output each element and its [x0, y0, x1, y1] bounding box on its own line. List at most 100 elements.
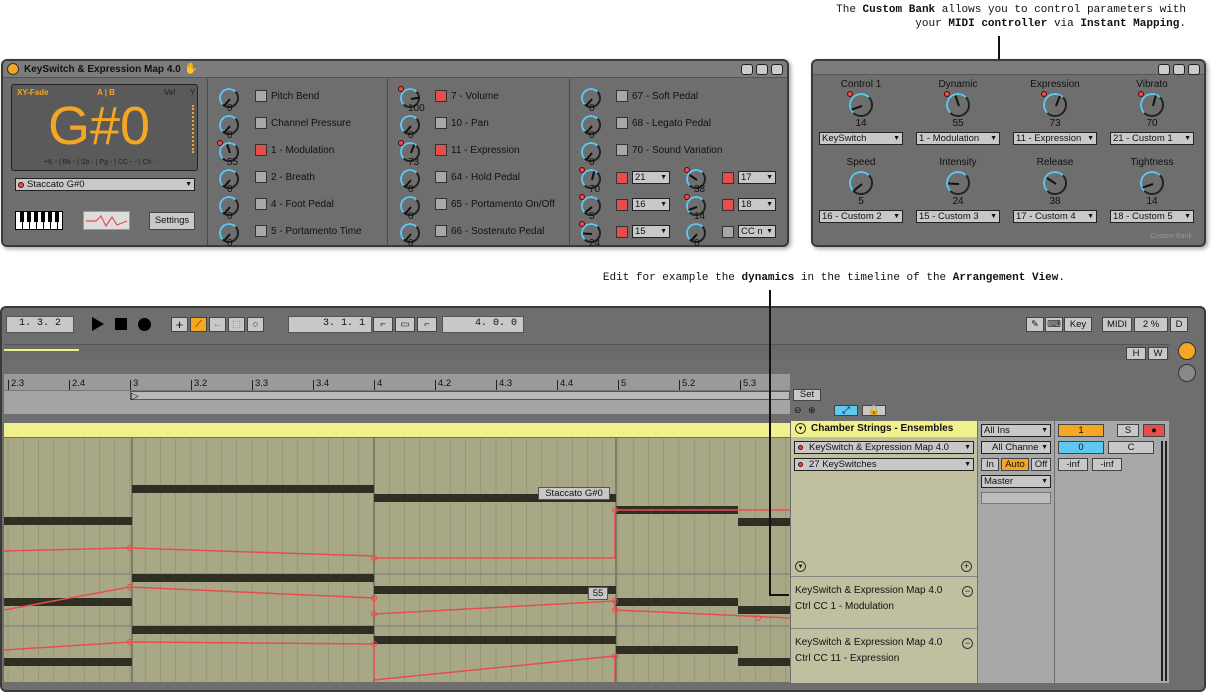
cc-enable-checkbox[interactable]	[435, 90, 447, 102]
punch-in-icon[interactable]: ⌐	[373, 317, 393, 332]
save-icon[interactable]	[1188, 64, 1200, 75]
parameter-chooser[interactable]: 27 KeySwitches	[794, 458, 974, 471]
bank-mapping-dropdown[interactable]: 17 - Custom 4	[1013, 210, 1097, 223]
solo-button[interactable]: S	[1117, 424, 1139, 437]
cc-enable-checkbox[interactable]	[616, 172, 628, 184]
cc-enable-checkbox[interactable]	[616, 117, 628, 129]
map-icon[interactable]	[741, 64, 753, 75]
cc-enable-checkbox[interactable]	[255, 90, 267, 102]
sync-icon[interactable]	[1173, 64, 1185, 75]
cc-number-dropdown[interactable]: CC n	[738, 225, 776, 238]
timeline-ruler[interactable]: 2.3 2.4 3 3.2 3.3 3.4 4 4.2 4.3 4.4 5 5.2 5.3	[4, 374, 790, 390]
arrangement-view-icon[interactable]	[1178, 364, 1196, 382]
cc-enable-checkbox[interactable]	[435, 171, 447, 183]
sync-icon[interactable]	[756, 64, 768, 75]
lock-icon[interactable]: 🔒	[862, 405, 886, 416]
loop-length[interactable]: 4. 0. 0	[442, 316, 524, 333]
cc-enable-checkbox[interactable]	[616, 90, 628, 102]
lane-1-header[interactable]: KeySwitch & Expression Map 4.0 Ctrl CC 1…	[791, 576, 977, 626]
bank-knob[interactable]	[1140, 171, 1164, 195]
cc-enable-checkbox[interactable]	[722, 199, 734, 211]
cc-number-dropdown[interactable]: 21	[632, 171, 670, 184]
monitor-off[interactable]: Off	[1031, 458, 1051, 471]
overview-strip[interactable]	[4, 344, 1170, 360]
loop-brace[interactable]: ▷	[4, 390, 790, 414]
cc-enable-checkbox[interactable]	[722, 226, 734, 238]
loop-icon[interactable]: ○	[247, 317, 264, 332]
track-clip-strip[interactable]	[4, 423, 790, 437]
add-lane-icon[interactable]: +	[961, 561, 972, 572]
pencil-icon[interactable]: ✎	[1026, 317, 1044, 332]
device-power-icon[interactable]	[7, 63, 19, 75]
lane-fold-icon[interactable]: ▼	[795, 561, 806, 572]
prev-locator-icon[interactable]: ⊖	[794, 405, 802, 416]
arrangement-grid[interactable]: Staccato G#0 55	[4, 438, 790, 682]
remove-lane-icon[interactable]: −	[962, 638, 973, 649]
output-type[interactable]: Master	[981, 475, 1051, 488]
record-icon[interactable]	[138, 318, 151, 331]
track-title[interactable]: ▼ Chamber Strings - Ensembles	[791, 421, 977, 437]
cc-enable-checkbox[interactable]	[435, 198, 447, 210]
bank-knob[interactable]	[1140, 93, 1164, 117]
d-button[interactable]: D	[1170, 317, 1188, 332]
bank-mapping-dropdown[interactable]: 15 - Custom 3	[916, 210, 1000, 223]
midi-map-button[interactable]: MIDI	[1102, 317, 1132, 332]
cc-enable-checkbox[interactable]	[722, 172, 734, 184]
bank-knob[interactable]	[1043, 171, 1067, 195]
bank-mapping-dropdown[interactable]: 1 - Modulation	[916, 132, 1000, 145]
cc-number-dropdown[interactable]: 15	[632, 225, 670, 238]
cc-enable-checkbox[interactable]	[435, 144, 447, 156]
monitor-auto[interactable]: Auto	[1001, 458, 1029, 471]
key-map-button[interactable]: Key	[1064, 317, 1092, 332]
bank-mapping-dropdown[interactable]: KeySwitch	[819, 132, 903, 145]
cc-enable-checkbox[interactable]	[255, 171, 267, 183]
h-button[interactable]: H	[1126, 347, 1146, 360]
device-chooser[interactable]: KeySwitch & Expression Map 4.0	[794, 441, 974, 454]
save-icon[interactable]	[771, 64, 783, 75]
volume-field[interactable]: 0	[1058, 441, 1104, 454]
curve-icon[interactable]	[83, 211, 130, 230]
next-locator-icon[interactable]: ⊕	[808, 405, 816, 416]
lane-2-header[interactable]: KeySwitch & Expression Map 4.0 Ctrl CC 1…	[791, 628, 977, 678]
arm-button[interactable]: ●	[1143, 424, 1165, 437]
cc-enable-checkbox[interactable]	[616, 199, 628, 211]
input-channel[interactable]: All Channe	[981, 441, 1051, 454]
cc-enable-checkbox[interactable]	[255, 144, 267, 156]
cc-enable-checkbox[interactable]	[616, 226, 628, 238]
stop-icon[interactable]	[115, 318, 127, 330]
punch-icon[interactable]: ⬚	[228, 317, 245, 332]
fold-icon[interactable]: ▼	[795, 423, 806, 434]
bank-mapping-dropdown[interactable]: 16 - Custom 2	[819, 210, 903, 223]
w-button[interactable]: W	[1148, 347, 1168, 360]
bank-mapping-dropdown[interactable]: 18 - Custom 5	[1110, 210, 1194, 223]
xy-fade-label[interactable]: XY-Fade	[17, 88, 49, 97]
articulation-dropdown[interactable]: Staccato G#0	[15, 178, 195, 191]
output-channel[interactable]	[981, 492, 1051, 504]
remove-lane-icon[interactable]: −	[962, 586, 973, 597]
play-icon[interactable]	[92, 317, 104, 331]
song-position[interactable]: 1. 3. 2	[6, 316, 74, 333]
monitor-in[interactable]: In	[981, 458, 999, 471]
cc-number-dropdown[interactable]: 16	[632, 198, 670, 211]
cc-enable-checkbox[interactable]	[616, 144, 628, 156]
bank-knob[interactable]	[1043, 93, 1067, 117]
back-icon[interactable]: ←	[209, 317, 226, 332]
session-view-icon[interactable]	[1178, 342, 1196, 360]
bank-mapping-dropdown[interactable]: 21 - Custom 1	[1110, 132, 1194, 145]
punch-out-icon[interactable]: ⌐	[417, 317, 437, 332]
input-type[interactable]: All Ins	[981, 424, 1051, 437]
cc-enable-checkbox[interactable]	[435, 225, 447, 237]
bank-knob[interactable]	[849, 171, 873, 195]
track-activator[interactable]: 1	[1058, 424, 1104, 437]
bank-mapping-dropdown[interactable]: 11 - Expression	[1013, 132, 1097, 145]
bank-knob[interactable]	[849, 93, 873, 117]
expand-icon[interactable]: ⤢	[834, 405, 858, 416]
bank-knob[interactable]	[946, 93, 970, 117]
pan-field[interactable]: C	[1108, 441, 1154, 454]
settings-button[interactable]: Settings	[149, 212, 195, 230]
loop-start[interactable]: 3. 1. 1	[288, 316, 372, 333]
map-icon[interactable]	[1158, 64, 1170, 75]
cc-enable-checkbox[interactable]	[255, 225, 267, 237]
set-locator-button[interactable]: Set	[793, 389, 821, 401]
loop-switch-icon[interactable]: ▭	[395, 317, 415, 332]
